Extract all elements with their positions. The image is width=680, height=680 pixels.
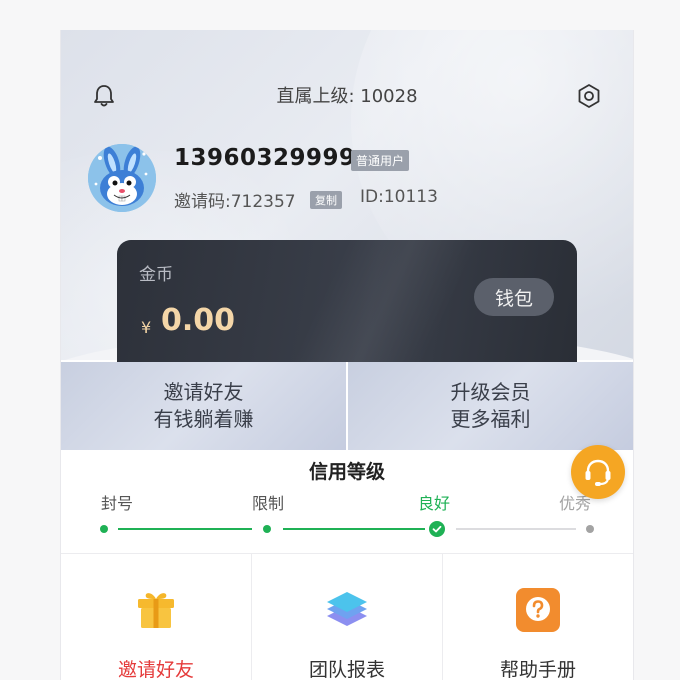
menu-label: 邀请好友: [117, 659, 194, 680]
coin-card: 金币 ¥ 0.00 钱包: [117, 240, 577, 362]
level-dot-excellent: [586, 525, 594, 533]
coin-label: 金币: [139, 265, 173, 285]
progress-track-done: [283, 528, 425, 530]
progress-track-pending: [456, 528, 576, 530]
progress-track-done: [118, 528, 252, 530]
help-question-icon: [514, 586, 562, 634]
promo-title: 升级会员: [450, 380, 531, 404]
level-dot-restricted: [263, 525, 271, 533]
user-type-badge: 普通用户: [351, 150, 410, 171]
wallet-button[interactable]: 钱包: [474, 278, 554, 316]
upgrade-member-banner[interactable]: 升级会员 更多福利: [348, 362, 633, 450]
upline-text: 直属上级: 10028: [276, 86, 418, 107]
level-label-restricted: 限制: [252, 494, 285, 513]
avatar[interactable]: [88, 144, 156, 212]
menu-team-report[interactable]: 团队报表: [252, 554, 443, 680]
menu-label: 帮助手册: [499, 659, 576, 680]
app-screen: 直属上级: 10028 13960329999 普通用户 邀请码:712357: [60, 30, 634, 680]
promo-title: 邀请好友: [163, 380, 244, 404]
credit-level-section: 信用等级 封号 限制 良好 优秀: [61, 450, 633, 554]
invite-code: 邀请码:712357: [174, 192, 296, 212]
feature-grid: 邀请好友 团队报表 帮助手册: [61, 554, 633, 680]
level-dot-banned: [100, 525, 108, 533]
credit-title: 信用等级: [308, 461, 385, 483]
menu-help-manual[interactable]: 帮助手册: [443, 554, 633, 680]
card-sheen: [276, 240, 478, 362]
level-current-check-icon: [429, 521, 445, 537]
level-label-banned: 封号: [101, 494, 134, 513]
promo-subtitle: 有钱躺着赚: [153, 407, 254, 431]
settings-icon[interactable]: [572, 79, 606, 113]
level-label-good: 良好: [418, 494, 451, 513]
promo-subtitle: 更多福利: [450, 407, 531, 431]
layers-icon: [323, 586, 371, 634]
user-phone: 13960329999: [174, 145, 356, 171]
gift-icon: [132, 586, 180, 634]
customer-service-icon[interactable]: [571, 445, 625, 499]
menu-label: 团队报表: [308, 659, 385, 680]
copy-invite-button[interactable]: 复制: [310, 191, 342, 209]
invite-friends-banner[interactable]: 邀请好友 有钱躺着赚: [61, 362, 346, 450]
coin-balance: 0.00: [161, 303, 236, 338]
user-id: ID:10113: [360, 187, 438, 207]
currency-symbol: ¥: [141, 318, 152, 337]
menu-invite-friends[interactable]: 邀请好友: [61, 554, 252, 680]
